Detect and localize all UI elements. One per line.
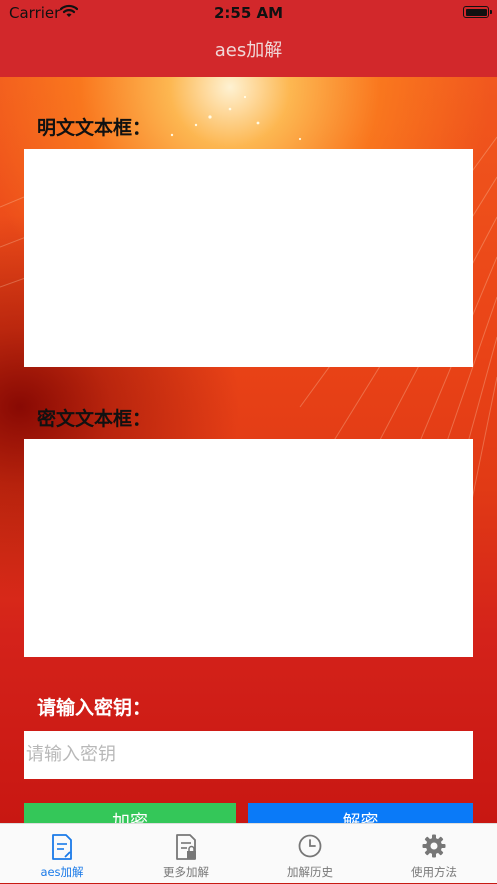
ciphertext-textarea[interactable] xyxy=(24,439,473,657)
tab-label: 使用方法 xyxy=(411,865,457,879)
tab-usage[interactable]: 使用方法 xyxy=(372,824,496,884)
tab-label: 更多加解 xyxy=(163,865,209,879)
gear-icon xyxy=(421,833,447,863)
tab-history[interactable]: 加解历史 xyxy=(248,824,372,884)
battery-icon xyxy=(463,6,492,18)
document-lock-icon xyxy=(174,833,198,865)
encrypt-button[interactable]: 加密 xyxy=(24,803,236,823)
key-label: 请输入密钥： xyxy=(37,697,152,719)
tab-aes[interactable]: aes加解 xyxy=(0,824,124,884)
main-content: 明文文本框： 密文文本框： 请输入密钥： 请输入密钥 加密 解密 xyxy=(0,77,497,823)
tab-label: 加解历史 xyxy=(287,865,333,879)
document-edit-icon xyxy=(50,833,74,865)
tab-more[interactable]: 更多加解 xyxy=(124,824,248,884)
page-title: aes加解 xyxy=(214,40,283,61)
plaintext-label: 明文文本框： xyxy=(37,117,152,139)
tab-bar: aes加解 更多加解 加解历史 使用方法 xyxy=(0,823,497,883)
decrypt-button[interactable]: 解密 xyxy=(248,803,473,823)
nav-bar: aes加解 xyxy=(0,26,497,77)
ciphertext-label: 密文文本框： xyxy=(37,408,152,430)
tab-label: aes加解 xyxy=(40,865,84,879)
status-bar: Carrier 2:55 AM xyxy=(0,0,497,26)
status-time: 2:55 AM xyxy=(213,4,284,22)
key-input[interactable]: 请输入密钥 xyxy=(24,731,473,779)
plaintext-textarea[interactable] xyxy=(24,149,473,367)
clock-icon xyxy=(297,833,323,863)
